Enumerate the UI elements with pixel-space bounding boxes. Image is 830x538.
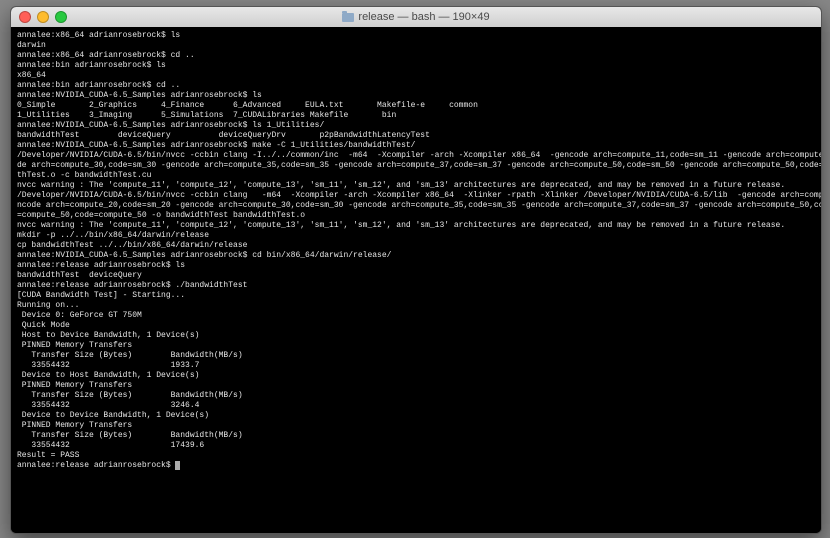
terminal-line: bandwidthTest deviceQuery deviceQueryDrv…: [17, 131, 815, 141]
terminal-line: PINNED Memory Transfers: [17, 381, 815, 391]
terminal-line: 33554432 1933.7: [17, 361, 815, 371]
titlebar: release — bash — 190×49: [11, 7, 821, 28]
window-title: release — bash — 190×49: [11, 12, 821, 22]
terminal-line: annalee:x86_64 adrianrosebrock$ ls: [17, 31, 815, 41]
terminal-line: Device to Host Bandwidth, 1 Device(s): [17, 371, 815, 381]
terminal-line: Transfer Size (Bytes) Bandwidth(MB/s): [17, 351, 815, 361]
terminal-line: Quick Mode: [17, 321, 815, 331]
terminal-line: PINNED Memory Transfers: [17, 341, 815, 351]
terminal-line: annalee:release adrianrosebrock$ ./bandw…: [17, 281, 815, 291]
terminal-line: Host to Device Bandwidth, 1 Device(s): [17, 331, 815, 341]
terminal-line: Transfer Size (Bytes) Bandwidth(MB/s): [17, 391, 815, 401]
terminal-line: x86_64: [17, 71, 815, 81]
terminal-line: annalee:NVIDIA_CUDA-6.5_Samples adrianro…: [17, 121, 815, 131]
terminal-line: de arch=compute_30,code=sm_30 -gencode a…: [17, 161, 815, 171]
close-icon[interactable]: [19, 11, 31, 23]
terminal-line: annalee:release adrianrosebrock$ ls: [17, 261, 815, 271]
terminal-line: /Developer/NVIDIA/CUDA-6.5/bin/nvcc -ccb…: [17, 151, 815, 161]
terminal-line: nvcc warning : The 'compute_11', 'comput…: [17, 221, 815, 231]
terminal-line: annalee:bin adrianrosebrock$ cd ..: [17, 81, 815, 91]
terminal-line: Device 0: GeForce GT 750M: [17, 311, 815, 321]
terminal-line: Device to Device Bandwidth, 1 Device(s): [17, 411, 815, 421]
terminal-line: nvcc warning : The 'compute_11', 'comput…: [17, 181, 815, 191]
terminal-line: mkdir -p ../../bin/x86_64/darwin/release: [17, 231, 815, 241]
terminal-line: Transfer Size (Bytes) Bandwidth(MB/s): [17, 431, 815, 441]
terminal-line: annalee:bin adrianrosebrock$ ls: [17, 61, 815, 71]
terminal-line: ncode arch=compute_20,code=sm_20 -gencod…: [17, 201, 815, 211]
terminal-line: PINNED Memory Transfers: [17, 421, 815, 431]
terminal-prompt[interactable]: annalee:release adrianrosebrock$: [17, 461, 815, 471]
terminal-line: =compute_50,code=compute_50 -o bandwidth…: [17, 211, 815, 221]
terminal-line: /Developer/NVIDIA/CUDA-6.5/bin/nvcc -ccb…: [17, 191, 815, 201]
cursor-icon: [175, 461, 180, 470]
terminal-content[interactable]: annalee:x86_64 adrianrosebrock$ lsdarwin…: [11, 27, 821, 533]
terminal-line: thTest.o -c bandwidthTest.cu: [17, 171, 815, 181]
terminal-line: 33554432 17439.6: [17, 441, 815, 451]
prompt-text: annalee:release adrianrosebrock$: [17, 461, 175, 470]
terminal-window: release — bash — 190×49 annalee:x86_64 a…: [10, 6, 822, 534]
terminal-line: annalee:NVIDIA_CUDA-6.5_Samples adrianro…: [17, 251, 815, 261]
terminal-line: [CUDA Bandwidth Test] - Starting...: [17, 291, 815, 301]
zoom-icon[interactable]: [55, 11, 67, 23]
minimize-icon[interactable]: [37, 11, 49, 23]
terminal-line: 1_Utilities 3_Imaging 5_Simulations 7_CU…: [17, 111, 815, 121]
terminal-line: darwin: [17, 41, 815, 51]
terminal-line: annalee:x86_64 adrianrosebrock$ cd ..: [17, 51, 815, 61]
terminal-line: Running on...: [17, 301, 815, 311]
terminal-line: annalee:NVIDIA_CUDA-6.5_Samples adrianro…: [17, 141, 815, 151]
traffic-lights: [19, 11, 67, 23]
terminal-line: 33554432 3246.4: [17, 401, 815, 411]
terminal-line: 0_Simple 2_Graphics 4_Finance 6_Advanced…: [17, 101, 815, 111]
terminal-line: Result = PASS: [17, 451, 815, 461]
terminal-line: bandwidthTest deviceQuery: [17, 271, 815, 281]
terminal-line: annalee:NVIDIA_CUDA-6.5_Samples adrianro…: [17, 91, 815, 101]
folder-icon: [342, 13, 354, 22]
title-text: release — bash — 190×49: [358, 12, 489, 22]
terminal-line: cp bandwidthTest ../../bin/x86_64/darwin…: [17, 241, 815, 251]
